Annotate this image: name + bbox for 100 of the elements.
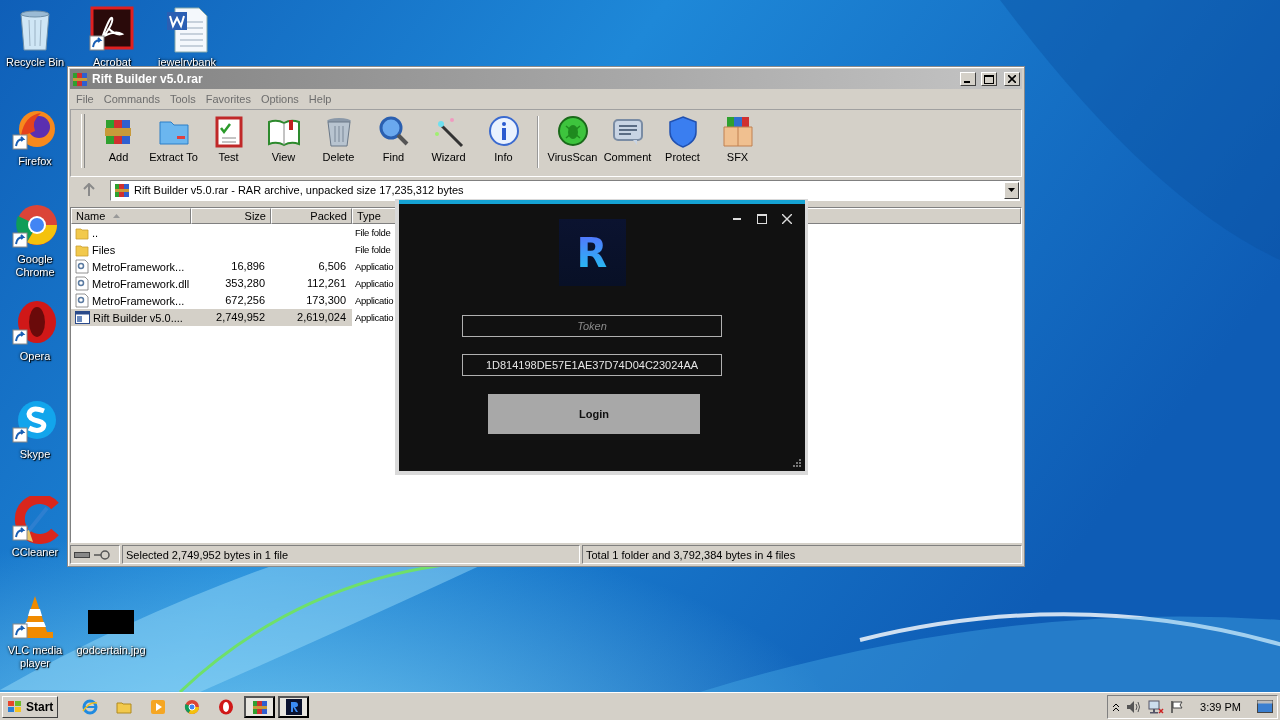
size-cell: 2,749,952	[191, 309, 271, 326]
skype-icon[interactable]	[11, 398, 59, 446]
toolbar-button[interactable]: Info	[476, 114, 531, 163]
toolbar-button[interactable]: VirusScan	[545, 114, 600, 163]
logo: R	[558, 219, 626, 286]
menu-item[interactable]: Tools	[165, 93, 201, 105]
file-name: MetroFramework.dll	[92, 277, 190, 290]
token-field[interactable]: Token	[462, 315, 722, 337]
file-name-cell[interactable]: MetroFramework...	[71, 292, 191, 309]
resize-grip-icon[interactable]	[793, 459, 802, 468]
bug-icon	[555, 114, 590, 148]
type-cell: File folde	[355, 244, 391, 255]
network-icon[interactable]	[1148, 699, 1165, 714]
packed-cell-text: 6,506	[317, 259, 347, 274]
show-desktop-icon[interactable]	[1257, 700, 1273, 713]
path-text: Rift Builder v5.0.rar - RAR archive, unpacked size 17,235,312 bytes	[134, 184, 465, 196]
up-arrow-icon	[83, 183, 95, 197]
maximize-icon	[756, 213, 767, 224]
login-button[interactable]: Login	[488, 394, 700, 434]
desktop-icon-label[interactable]: Acrobat	[93, 56, 131, 69]
file-name-cell[interactable]: MetroFramework.dll	[71, 275, 191, 292]
program-window-icon	[75, 311, 90, 324]
close-button[interactable]	[1004, 72, 1020, 86]
gear-document-icon	[75, 259, 89, 274]
size-cell-text: 353,280	[224, 276, 266, 291]
file-name-cell[interactable]: MetroFramework...	[71, 258, 191, 275]
toolbar-button[interactable]: Comment	[600, 114, 655, 163]
chrome-icon[interactable]	[11, 203, 59, 251]
toolbar-button[interactable]: Find	[366, 114, 421, 163]
toolbar-button[interactable]: View	[256, 114, 311, 163]
toolbar-button[interactable]: SFX	[710, 114, 765, 163]
drive-icon	[74, 550, 90, 559]
file-name: MetroFramework...	[92, 260, 185, 273]
file-name: MetroFramework...	[92, 294, 185, 307]
menu-item[interactable]: Options	[255, 93, 304, 105]
type-cell: Applicatio	[355, 261, 394, 272]
size-cell-text: 672,256	[224, 293, 266, 308]
toolbar-button[interactable]: Wizard	[421, 114, 476, 163]
toolbar-button[interactable]: Add	[91, 114, 146, 163]
opera-icon	[217, 698, 234, 715]
taskbar-app-button[interactable]	[278, 695, 310, 718]
packed-cell-text: 173,300	[305, 293, 347, 308]
file-name-cell[interactable]: Files	[71, 241, 191, 258]
file-name: Rift Builder v5.0....	[93, 311, 183, 324]
caret-icon	[1008, 188, 1015, 192]
packed-cell-text: 112,261	[306, 276, 347, 291]
archive-books-icon	[251, 698, 268, 715]
column-header[interactable]: Packed	[271, 208, 352, 224]
close-icon	[1008, 75, 1016, 83]
desktop-icon-label[interactable]: jewelrybank	[157, 56, 217, 69]
minimize-icon	[732, 217, 741, 220]
ccleaner-icon[interactable]	[11, 496, 59, 544]
clock[interactable]: 3:39 PM	[1200, 700, 1241, 713]
info-icon	[486, 114, 521, 148]
file-name: ..	[92, 226, 99, 239]
toolbar-button[interactable]: Delete	[311, 114, 366, 163]
desktop-icon-label[interactable]: Google Chrome	[3, 253, 67, 279]
start-button[interactable]: Start	[2, 695, 59, 718]
speaker-icon[interactable]	[1126, 699, 1143, 714]
dropdown-button[interactable]	[1004, 181, 1019, 199]
desktop-icon-label[interactable]: Skype	[19, 448, 51, 461]
desktop-icon-label[interactable]: CCleaner	[11, 546, 59, 559]
chrome-icon	[183, 698, 200, 715]
status-text: Total 1 folder and 3,792,384 bytes in 4 files	[586, 548, 796, 561]
column-header[interactable]: Size	[191, 208, 271, 224]
browser-e-icon	[81, 698, 98, 715]
file-name-cell[interactable]: ..	[71, 224, 191, 241]
app-logo-icon	[285, 698, 302, 715]
key-field[interactable]: 1D814198DE57E1AE37D74D04C23024AA	[462, 354, 722, 376]
play-icon	[149, 698, 166, 715]
toolbar-button[interactable]: Extract To	[146, 114, 201, 163]
file-name: Files	[92, 243, 116, 256]
toolbar-button[interactable]: Test	[201, 114, 256, 163]
pdf-icon[interactable]	[88, 6, 136, 54]
path-field[interactable]: Rift Builder v5.0.rar - RAR archive, unpacked size 17,235,312 bytes	[110, 179, 1020, 201]
file-name-cell[interactable]: Rift Builder v5.0....	[71, 309, 191, 326]
menu-item[interactable]: Favorites	[200, 93, 256, 105]
desktop-icon-label[interactable]: Firefox	[18, 155, 52, 168]
type-cell: File folde	[355, 227, 391, 238]
folder-icon	[75, 242, 89, 257]
column-header[interactable]: Name	[71, 208, 191, 224]
type-cell: Applicatio	[355, 312, 394, 323]
gear-document-icon	[75, 293, 89, 308]
opera-icon[interactable]	[11, 300, 59, 348]
gear-document-icon	[75, 276, 89, 291]
menu-item[interactable]: Commands	[98, 93, 165, 105]
sort-arrow-icon	[113, 214, 121, 218]
taskbar-app-button[interactable]	[244, 695, 276, 718]
key-icon	[94, 549, 110, 560]
desktop-icon-label[interactable]: Recycle Bin	[5, 56, 65, 69]
desktop-icon-label[interactable]: Opera	[19, 350, 51, 363]
status-text: Selected 2,749,952 bytes in 1 file	[126, 548, 289, 561]
toolbar-button[interactable]: Protect	[655, 114, 710, 163]
type-cell: Applicatio	[355, 295, 394, 306]
maximize-button[interactable]	[981, 72, 997, 86]
flag-icon[interactable]	[1170, 699, 1185, 714]
chevron-up-icon[interactable]	[1112, 701, 1121, 712]
packed-cell: 2,619,024	[271, 309, 352, 326]
minimize-button[interactable]	[960, 72, 976, 86]
maximize-icon	[984, 74, 994, 84]
